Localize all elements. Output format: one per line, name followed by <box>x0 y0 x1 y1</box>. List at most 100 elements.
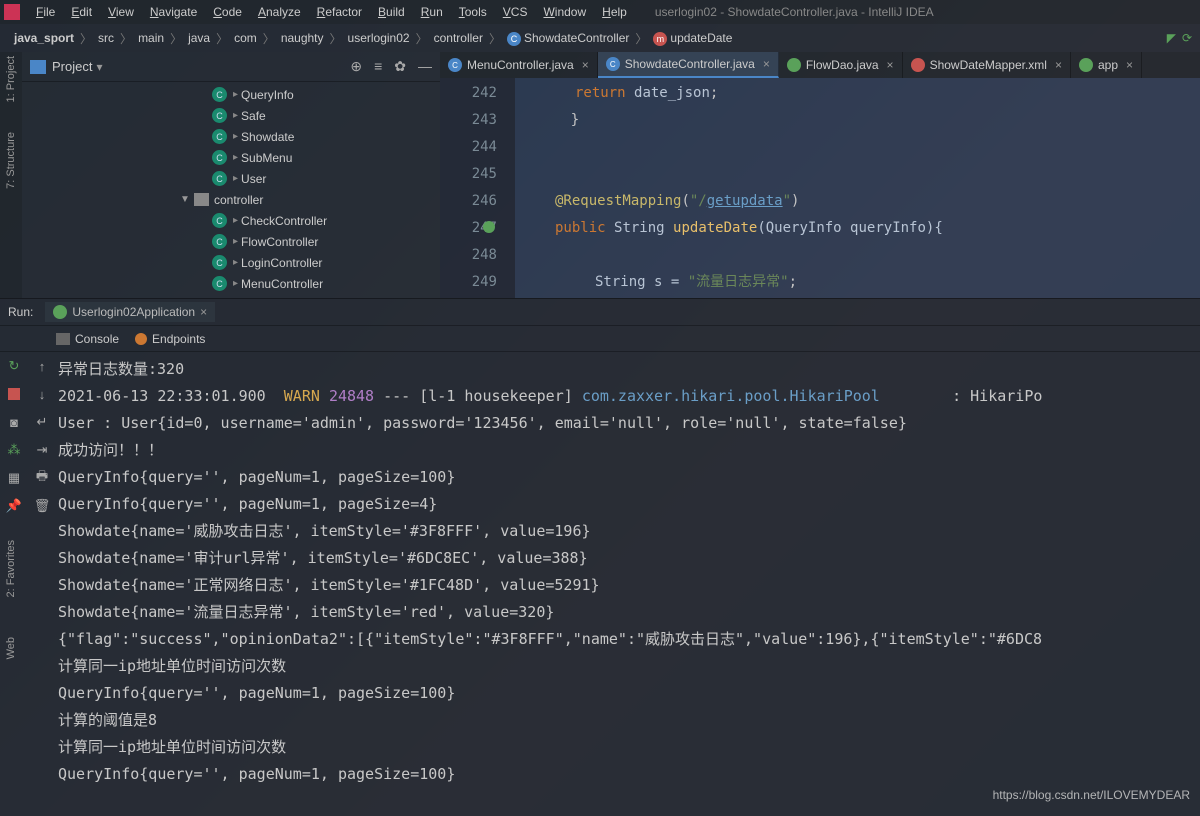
tab-ShowdateController.java[interactable]: CShowdateController.java× <box>598 52 779 78</box>
menu-refactor[interactable]: Refactor <box>309 3 370 21</box>
endpoints-icon <box>135 333 147 345</box>
up-icon[interactable]: ↑ <box>34 358 50 374</box>
crumb-updateDate[interactable]: mupdateDate <box>647 29 738 48</box>
crumb-controller[interactable]: controller <box>428 29 489 47</box>
wrap-icon[interactable]: ↵ <box>34 414 50 430</box>
camera-icon[interactable]: ◙ <box>6 414 22 430</box>
console-line: 2021-06-13 22:33:01.900 WARN 24848 --- [… <box>58 383 1198 410</box>
crumb-com[interactable]: com <box>228 29 263 47</box>
run-icon[interactable]: ◤ <box>1167 31 1176 45</box>
menu-edit[interactable]: Edit <box>63 3 100 21</box>
run-label: Run: <box>8 305 33 319</box>
tree-class-CheckController[interactable]: C▸CheckController <box>22 210 440 231</box>
console-line: User : User{id=0, username='admin', pass… <box>58 410 1198 437</box>
chevron-down-icon[interactable]: ▾ <box>96 60 102 74</box>
crumb-main[interactable]: main <box>132 29 170 47</box>
console-line: QueryInfo{query='', pageNum=1, pageSize=… <box>58 491 1198 518</box>
rerun-icon[interactable]: ↻ <box>6 358 22 374</box>
project-tree: C▸QueryInfoC▸SafeC▸ShowdateC▸SubMenuC▸Us… <box>22 82 440 298</box>
console-line: 成功访问！！！ <box>58 437 1198 464</box>
layout-icon[interactable]: ▦ <box>6 470 22 486</box>
collapse-icon[interactable]: — <box>418 58 432 75</box>
spring-icon <box>53 305 67 319</box>
console-line: QueryInfo{query='', pageNum=1, pageSize=… <box>58 464 1198 491</box>
console-line: Showdate{name='流量日志异常', itemStyle='red',… <box>58 599 1198 626</box>
console-line: QueryInfo{query='', pageNum=1, pageSize=… <box>58 761 1198 788</box>
run-app-name: Userlogin02Application <box>72 305 195 319</box>
app-logo-icon <box>4 4 20 20</box>
tree-class-QueryInfo[interactable]: C▸QueryInfo <box>22 84 440 105</box>
print-icon[interactable]: 🖶 <box>34 470 50 486</box>
tool-structure[interactable]: 7: Structure <box>5 132 17 189</box>
menu-tools[interactable]: Tools <box>451 3 495 21</box>
code-content[interactable]: return date_json; } @RequestMapping("/ge… <box>515 78 1200 298</box>
tree-class-User[interactable]: C▸User <box>22 168 440 189</box>
bug-icon[interactable]: ⁂ <box>6 442 22 458</box>
project-label[interactable]: Project <box>52 59 92 74</box>
tool-favorites[interactable]: 2: Favorites <box>5 540 17 597</box>
scroll-icon[interactable]: ⇥ <box>34 442 50 458</box>
tree-class-LoginController[interactable]: C▸LoginController <box>22 252 440 273</box>
line-245[interactable]: 245 <box>440 161 497 188</box>
expand-icon[interactable]: ≡ <box>374 58 382 75</box>
crumb-src[interactable]: src <box>92 29 120 47</box>
console-output[interactable]: 异常日志数量:3202021-06-13 22:33:01.900 WARN 2… <box>56 352 1200 816</box>
close-icon[interactable]: × <box>200 305 207 319</box>
menu-file[interactable]: File <box>28 3 63 21</box>
stop-icon[interactable] <box>6 386 22 402</box>
console-line: 异常日志数量:320 <box>58 356 1198 383</box>
crumb-java_sport[interactable]: java_sport <box>8 29 80 47</box>
left-tool-strip: 1: Project 7: Structure <box>0 52 22 298</box>
pin-icon[interactable]: 📌 <box>6 498 22 514</box>
down-icon[interactable]: ↓ <box>34 386 50 402</box>
tab-FlowDao.java[interactable]: FlowDao.java× <box>779 52 903 78</box>
line-247[interactable]: 247 <box>440 215 497 242</box>
tab-app[interactable]: app× <box>1071 52 1142 78</box>
menu-vcs[interactable]: VCS <box>495 3 536 21</box>
tree-class-Safe[interactable]: C▸Safe <box>22 105 440 126</box>
menu-view[interactable]: View <box>100 3 142 21</box>
tab-MenuController.java[interactable]: CMenuController.java× <box>440 52 598 78</box>
tree-folder-controller[interactable]: ▼controller <box>22 189 440 210</box>
menu-help[interactable]: Help <box>594 3 635 21</box>
crumb-userlogin02[interactable]: userlogin02 <box>342 29 416 47</box>
tab-endpoints[interactable]: Endpoints <box>135 332 205 346</box>
menu-build[interactable]: Build <box>370 3 413 21</box>
line-244[interactable]: 244 <box>440 134 497 161</box>
menu-code[interactable]: Code <box>205 3 250 21</box>
trash-icon[interactable]: 🗑 <box>34 498 50 514</box>
line-246[interactable]: 246 <box>440 188 497 215</box>
tool-project[interactable]: 1: Project <box>5 56 17 102</box>
line-249[interactable]: 249 <box>440 269 497 296</box>
crumb-ShowdateController[interactable]: CShowdateController <box>501 29 635 48</box>
menu-navigate[interactable]: Navigate <box>142 3 205 21</box>
gear-icon[interactable]: ✿ <box>394 58 406 75</box>
console-line: 计算同一ip地址单位时间访问次数 <box>58 734 1198 761</box>
editor-tabs: CMenuController.java×CShowdateController… <box>440 52 1200 78</box>
menubar: FileEditViewNavigateCodeAnalyzeRefactorB… <box>0 0 1200 24</box>
tree-class-MenuController[interactable]: C▸MenuController <box>22 273 440 294</box>
breadcrumb: java_sport〉src〉main〉java〉com〉naughty〉use… <box>0 24 1200 52</box>
run-sub-tabs: Console Endpoints <box>0 326 1200 352</box>
tree-class-SubMenu[interactable]: C▸SubMenu <box>22 147 440 168</box>
crumb-naughty[interactable]: naughty <box>275 29 330 47</box>
tree-class-FlowController[interactable]: C▸FlowController <box>22 231 440 252</box>
line-242[interactable]: 242 <box>440 80 497 107</box>
console-line: Showdate{name='威胁攻击日志', itemStyle='#3F8F… <box>58 518 1198 545</box>
toolbar-extra-icon[interactable]: ⟳ <box>1182 31 1192 45</box>
console-icon <box>56 333 70 345</box>
run-config-tab[interactable]: Userlogin02Application × <box>45 302 215 322</box>
tab-console[interactable]: Console <box>56 332 119 346</box>
line-243[interactable]: 243 <box>440 107 497 134</box>
tab-ShowDateMapper.xml[interactable]: ShowDateMapper.xml× <box>903 52 1071 78</box>
menu-run[interactable]: Run <box>413 3 451 21</box>
tool-web[interactable]: Web <box>5 637 17 659</box>
code-area[interactable]: 242243244245246247248249 return date_jso… <box>440 78 1200 298</box>
crumb-java[interactable]: java <box>182 29 216 47</box>
line-248[interactable]: 248 <box>440 242 497 269</box>
console-line: Showdate{name='正常网络日志', itemStyle='#1FC4… <box>58 572 1198 599</box>
menu-window[interactable]: Window <box>535 3 594 21</box>
tree-class-Showdate[interactable]: C▸Showdate <box>22 126 440 147</box>
menu-analyze[interactable]: Analyze <box>250 3 309 21</box>
locate-icon[interactable]: ⊕ <box>350 58 362 75</box>
